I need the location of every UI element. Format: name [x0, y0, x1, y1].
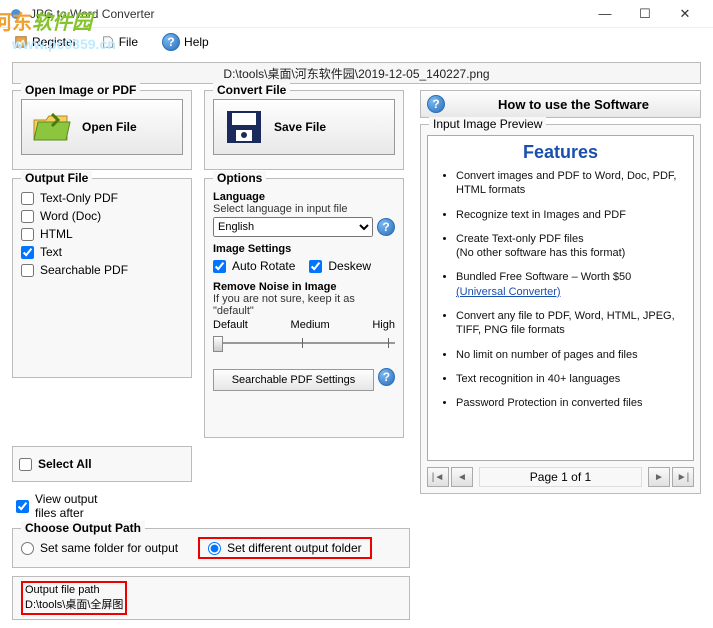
convert-file-title: Convert File: [213, 83, 290, 97]
open-image-group: Open Image or PDF Open File: [12, 90, 192, 170]
universal-converter-link[interactable]: (Universal Converter): [456, 286, 561, 298]
noise-slider[interactable]: [213, 333, 395, 353]
checkbox-word-label: Word (Doc): [40, 209, 101, 223]
noise-label: Remove Noise in Image: [213, 281, 395, 293]
checkbox-searchable-label: Searchable PDF: [40, 263, 128, 277]
radio-different-folder[interactable]: Set different output folder: [198, 537, 372, 559]
language-label: Language: [213, 191, 395, 203]
menu-register-label: Register: [32, 35, 77, 49]
features-heading: Features: [438, 142, 683, 163]
checkbox-html-label: HTML: [40, 227, 73, 241]
pager-last-button[interactable]: ►|: [672, 467, 694, 487]
radio-same-folder[interactable]: Set same folder for output: [21, 541, 178, 555]
autorotate-label: Auto Rotate: [232, 259, 295, 273]
slider-label-default: Default: [213, 319, 248, 331]
feature-item: Create Text-only PDF files(No other soft…: [456, 232, 683, 261]
checkbox-textonly-pdf[interactable]: Text-Only PDF: [21, 191, 183, 205]
pager-prev-button[interactable]: ◄: [451, 467, 473, 487]
file-icon: [101, 35, 115, 49]
deskew-label: Deskew: [328, 259, 371, 273]
menubar: Register File ? Help: [0, 28, 713, 56]
open-image-title: Open Image or PDF: [21, 83, 140, 97]
input-path-display: D:\tools\桌面\河东软件园\2019-12-05_140227.png: [12, 62, 701, 84]
preview-pager: |◄ ◄ Page 1 of 1 ► ►|: [427, 467, 694, 487]
output-file-group: Output File Text-Only PDF Word (Doc) HTM…: [12, 178, 192, 378]
window-title: JPG to Word Converter: [30, 7, 585, 21]
open-file-button[interactable]: Open File: [21, 99, 183, 155]
pager-first-button[interactable]: |◄: [427, 467, 449, 487]
close-button[interactable]: ✕: [665, 0, 705, 28]
options-title: Options: [213, 171, 266, 185]
options-group: Options Language Select language in inpu…: [204, 178, 404, 438]
feature-item: Bundled Free Software – Worth $50(Univer…: [456, 270, 683, 299]
menu-file[interactable]: File: [95, 33, 144, 51]
checkbox-textonly-label: Text-Only PDF: [40, 191, 118, 205]
open-file-label: Open File: [82, 120, 137, 134]
noise-subtext: If you are not sure, keep it as "default…: [213, 293, 395, 317]
convert-file-group: Convert File Save File: [204, 90, 404, 170]
choose-output-path-group: Choose Output Path Set same folder for o…: [12, 528, 410, 568]
image-settings-label: Image Settings: [213, 243, 395, 255]
choose-output-title: Choose Output Path: [21, 521, 145, 535]
save-file-button[interactable]: Save File: [213, 99, 395, 155]
feature-item: Convert images and PDF to Word, Doc, PDF…: [456, 169, 683, 198]
howto-label: How to use the Software: [453, 97, 694, 112]
maximize-button[interactable]: ☐: [625, 0, 665, 28]
slider-label-medium: Medium: [291, 319, 330, 331]
help-icon: ?: [162, 33, 180, 51]
how-to-use-button[interactable]: ? How to use the Software: [420, 90, 701, 118]
save-file-label: Save File: [274, 120, 326, 134]
checkbox-searchable-pdf[interactable]: Searchable PDF: [21, 263, 183, 277]
checkbox-deskew[interactable]: Deskew: [309, 259, 371, 273]
output-path-label: Output file path: [25, 584, 123, 596]
output-file-title: Output File: [21, 171, 92, 185]
titlebar: JPG to Word Converter — ☐ ✕: [0, 0, 713, 28]
menu-help[interactable]: ? Help: [156, 31, 215, 53]
preview-label: Input Image Preview: [429, 117, 546, 131]
features-list: Convert images and PDF to Word, Doc, PDF…: [438, 169, 683, 411]
input-image-preview-group: Input Image Preview Features Convert ima…: [420, 124, 701, 494]
checkbox-text-label: Text: [40, 245, 62, 259]
menu-register[interactable]: Register: [8, 33, 83, 51]
checkbox-html[interactable]: HTML: [21, 227, 183, 241]
register-icon: [14, 35, 28, 49]
language-select[interactable]: English: [213, 217, 373, 237]
pager-label: Page 1 of 1: [479, 467, 642, 487]
select-all-label: Select All: [38, 457, 92, 471]
slider-label-high: High: [372, 319, 395, 331]
checkbox-word[interactable]: Word (Doc): [21, 209, 183, 223]
feature-item: Password Protection in converted files: [456, 396, 683, 410]
language-help-button[interactable]: ?: [377, 218, 395, 236]
language-subtext: Select language in input file: [213, 203, 395, 215]
floppy-save-icon: [224, 108, 264, 146]
howto-help-icon: ?: [427, 95, 445, 113]
menu-help-label: Help: [184, 35, 209, 49]
preview-content: Features Convert images and PDF to Word,…: [427, 135, 694, 461]
feature-item: No limit on number of pages and files: [456, 348, 683, 362]
pager-next-button[interactable]: ►: [648, 467, 670, 487]
view-output-label: View outputfiles after: [35, 492, 98, 520]
output-path-value: D:\tools\桌面\全屏图: [25, 596, 123, 612]
checkbox-text[interactable]: Text: [21, 245, 183, 259]
radio-diff-label: Set different output folder: [227, 541, 362, 555]
radio-same-label: Set same folder for output: [40, 541, 178, 555]
menu-file-label: File: [119, 35, 138, 49]
feature-item: Convert any file to PDF, Word, HTML, JPE…: [456, 309, 683, 338]
feature-item: Recognize text in Images and PDF: [456, 208, 683, 222]
checkbox-view-output[interactable]: View outputfiles after: [12, 492, 192, 520]
output-file-path-group: Output file path D:\tools\桌面\全屏图: [12, 576, 410, 620]
feature-item: Text recognition in 40+ languages: [456, 372, 683, 386]
folder-open-icon: [32, 108, 72, 146]
checkbox-select-all[interactable]: Select All: [19, 457, 185, 471]
pdf-settings-help-button[interactable]: ?: [378, 368, 395, 386]
searchable-pdf-settings-button[interactable]: Searchable PDF Settings: [213, 369, 374, 391]
minimize-button[interactable]: —: [585, 0, 625, 28]
app-icon: [8, 6, 24, 22]
checkbox-autorotate[interactable]: Auto Rotate: [213, 259, 295, 273]
